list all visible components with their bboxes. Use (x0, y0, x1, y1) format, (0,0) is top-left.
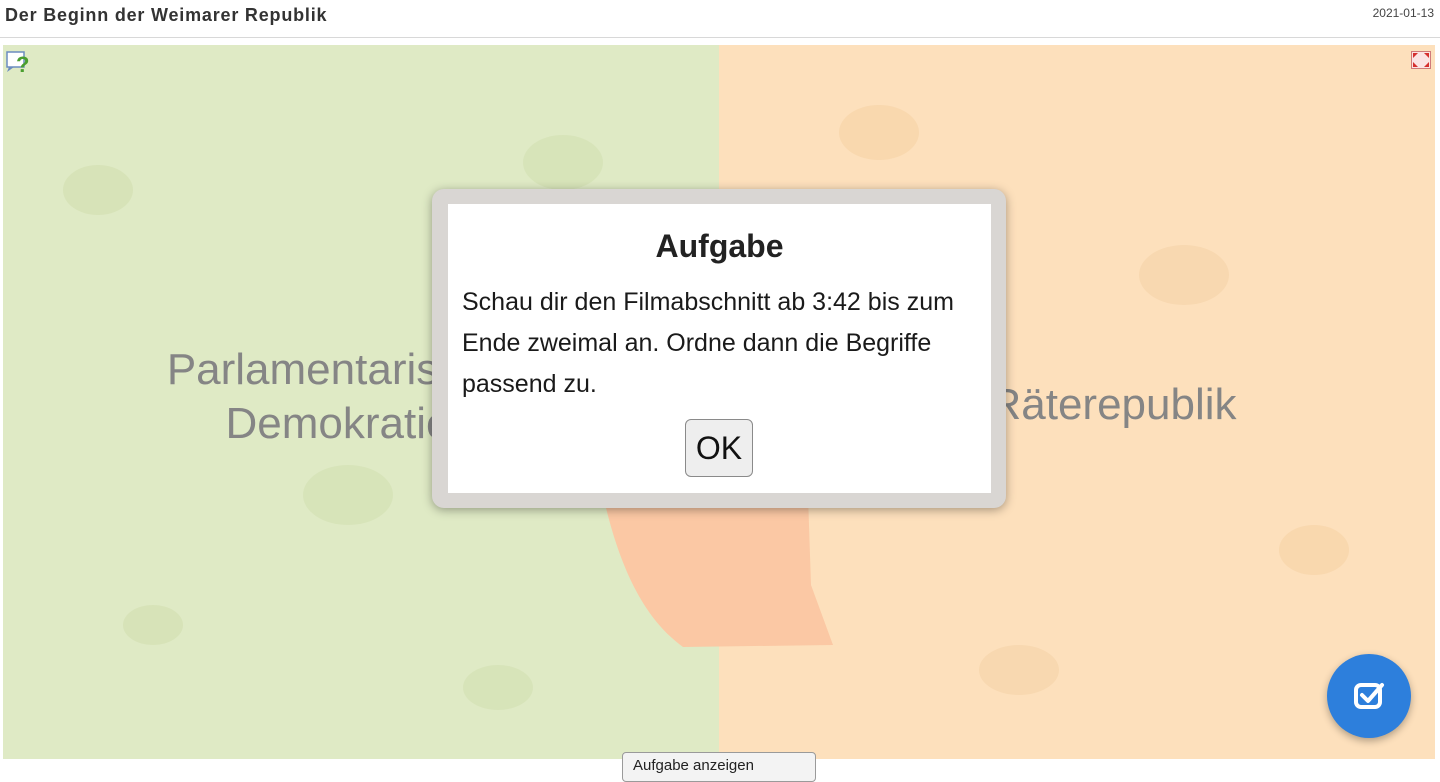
page-title: Der Beginn der Weimarer Republik (5, 5, 328, 25)
task-dialog: Aufgabe Schau dir den Filmabschnitt ab 3… (432, 189, 1006, 508)
svg-text:?: ? (16, 52, 29, 74)
header-bar: Der Beginn der Weimarer Republik 2021-01… (0, 0, 1440, 38)
bottom-term-chip[interactable]: Aufgabe anzeigen (622, 752, 816, 782)
fullscreen-icon[interactable] (1411, 51, 1431, 69)
check-answers-button[interactable] (1327, 654, 1411, 738)
help-question-icon[interactable]: ? (6, 50, 32, 77)
task-dialog-body: Aufgabe Schau dir den Filmabschnitt ab 3… (448, 204, 991, 493)
checkbox-check-icon (1354, 683, 1384, 709)
page-date: 2021-01-13 (1372, 6, 1434, 20)
dialog-text: Schau dir den Filmabschnitt ab 3:42 bis … (462, 288, 954, 398)
ok-button[interactable]: OK (685, 419, 753, 477)
dialog-title: Aufgabe (655, 228, 784, 264)
